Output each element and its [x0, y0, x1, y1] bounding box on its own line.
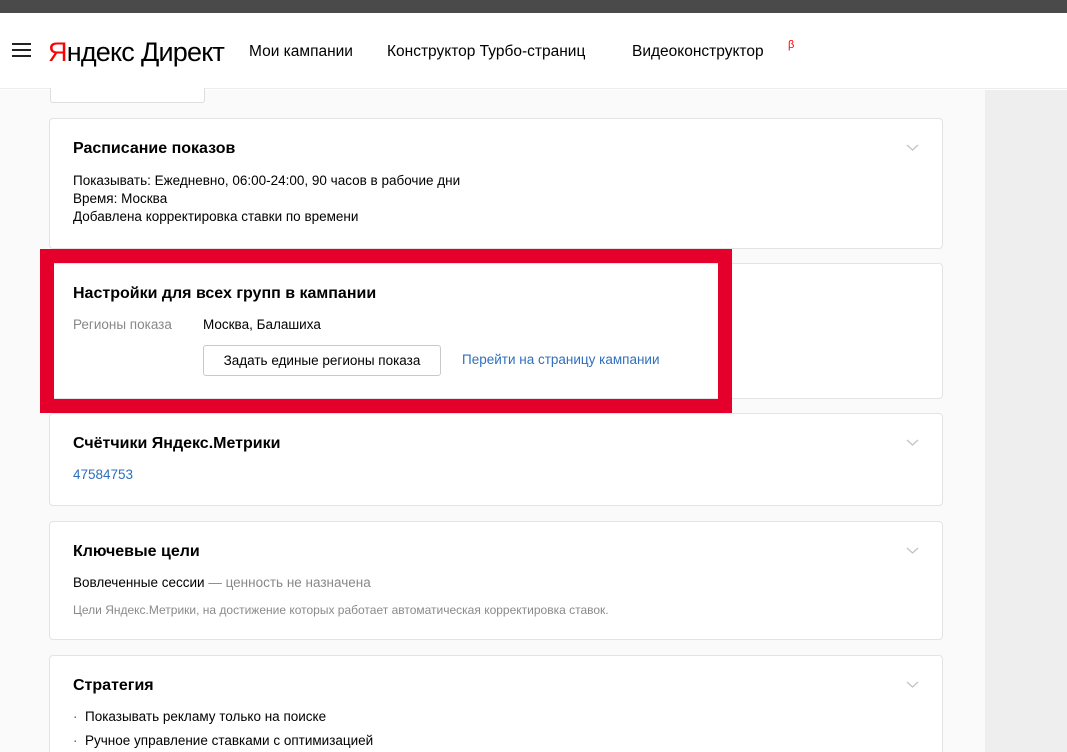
schedule-card: Расписание показов Показывать: Ежедневно… — [49, 118, 943, 249]
logo-brand: ндекс — [66, 37, 135, 67]
goal-row: Вовлеченные сессии — ценность не назначе… — [73, 574, 371, 592]
key-goals-title: Ключевые цели — [73, 543, 200, 560]
goal-name: Вовлеченные сессии — [73, 575, 205, 590]
strategy-card: Стратегия · Показывать рекламу только на … — [49, 655, 943, 752]
goals-hint: Цели Яндекс.Метрики, на достижение котор… — [73, 603, 609, 617]
schedule-days: Показывать: Ежедневно, 06:00-24:00, 90 ч… — [73, 173, 461, 188]
metrika-title: Счётчики Яндекс.Метрики — [73, 435, 281, 452]
regions-value: Москва, Балашиха — [203, 317, 321, 332]
top-header: Яндекс Директ Мои кампании Конструктор Ту… — [0, 13, 1067, 89]
set-common-regions-button[interactable]: Задать единые регионы показа — [203, 345, 441, 376]
nav-video-builder[interactable]: Видеоконструктор — [632, 42, 764, 62]
strategy-item-text: Показывать рекламу только на поиске — [85, 709, 327, 724]
strategy-item: · Ручное управление ставками с оптимизаци… — [73, 733, 374, 748]
nav-my-campaigns[interactable]: Мои кампании — [249, 42, 353, 62]
metrika-counter-link[interactable]: 47584753 — [73, 466, 133, 484]
group-settings-title: Настройки для всех групп в кампании — [73, 285, 377, 302]
strategy-item: · Показывать рекламу только на поиске — [73, 709, 327, 724]
logo-product: Директ — [141, 37, 225, 67]
metrika-counters-card: Счётчики Яндекс.Метрики 47584753 — [49, 413, 943, 506]
schedule-bid-adjustment: Добавлена корректировка ставки по времен… — [73, 209, 359, 224]
chevron-down-icon[interactable] — [906, 141, 919, 154]
regions-label: Регионы показа — [73, 317, 172, 332]
strategy-title: Стратегия — [73, 677, 154, 694]
yandex-direct-logo[interactable]: Яндекс Директ — [48, 35, 225, 69]
previous-field-remnant — [50, 88, 205, 103]
go-to-campaign-link[interactable]: Перейти на страницу кампании — [462, 351, 659, 369]
menu-icon[interactable] — [12, 43, 31, 58]
logo-letter: Я — [48, 37, 67, 67]
chevron-down-icon[interactable] — [906, 678, 919, 691]
window-top-strip — [0, 0, 1067, 13]
schedule-title: Расписание показов — [73, 140, 236, 157]
group-settings-card: Настройки для всех групп в кампании Реги… — [49, 263, 943, 399]
chevron-down-icon[interactable] — [906, 544, 919, 557]
key-goals-card: Ключевые цели Вовлеченные сессии — ценно… — [49, 521, 943, 640]
beta-badge: β — [788, 39, 795, 51]
schedule-timezone: Время: Москва — [73, 191, 168, 206]
chevron-down-icon[interactable] — [906, 436, 919, 449]
goal-value: — ценность не назначена — [208, 575, 371, 590]
strategy-item-text: Ручное управление ставками с оптимизацие… — [85, 733, 374, 748]
nav-turbo-builder[interactable]: Конструктор Турбо-страниц — [387, 42, 585, 62]
right-side-panel — [985, 90, 1067, 752]
